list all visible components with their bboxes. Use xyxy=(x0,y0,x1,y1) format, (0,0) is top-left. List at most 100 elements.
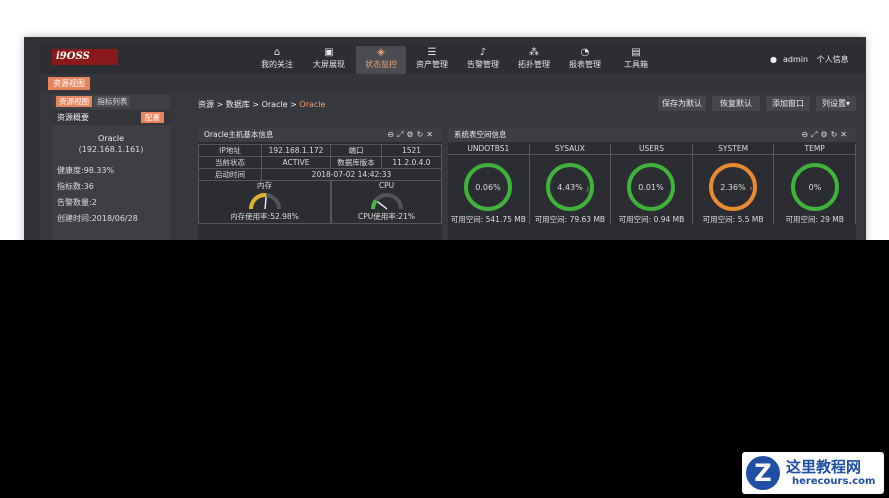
nav-label: 报表管理 xyxy=(569,60,601,69)
toolbox-icon: ▤ xyxy=(631,47,641,58)
layers-icon: ◈ xyxy=(377,47,385,58)
nav-label: 状态监控 xyxy=(365,60,397,69)
start-label: 启动时间 xyxy=(198,168,262,181)
tab-resource-view-sub[interactable]: 资源视图 xyxy=(56,96,92,107)
port-value: 1521 xyxy=(381,144,442,157)
cpu-gauge-fill xyxy=(370,199,378,210)
breadcrumb: 资源 > 数据库 > Oracle > Oracle xyxy=(198,99,325,110)
save-default-button[interactable]: 保存为默认 xyxy=(658,96,706,111)
tablespace-panel-title: 系统表空间信息 xyxy=(454,130,507,139)
config-button[interactable]: 配置 xyxy=(141,112,164,123)
tab-resource-view[interactable]: 资源视图 xyxy=(48,77,90,90)
table-row: IP地址 192.168.1.172 端口 1521 xyxy=(198,144,442,157)
cpu-label: CPU xyxy=(378,181,395,190)
user-name[interactable]: admin xyxy=(783,55,808,64)
tablespace-column: UNDOTBS1 0.06% 可用空间: 541.75 MB xyxy=(448,144,530,224)
resource-ip: (192.168.1.161) xyxy=(78,145,144,154)
tablespace-panel-header: 系统表空间信息 ⊖⤢⚙↻✕ xyxy=(448,128,856,142)
nav-label: 工具箱 xyxy=(624,60,648,69)
health-value: 健康度:98.33% xyxy=(57,166,115,175)
app-logo: i9OSS xyxy=(52,49,118,65)
chart-icon: ◔ xyxy=(580,47,590,58)
restore-default-button[interactable]: 恢复默认 xyxy=(712,96,760,111)
refresh-icon[interactable]: ↻ xyxy=(831,130,841,139)
usage-percent: 4.43% xyxy=(557,183,583,192)
start-value: 2018-07-02 14:42:33 xyxy=(261,168,442,181)
memory-gauge xyxy=(248,193,281,210)
expand-icon[interactable]: ⤢ xyxy=(397,130,406,139)
free-space: 可用空间: 0.94 MB xyxy=(618,215,685,224)
nav-report-management[interactable]: ◔ 报表管理 xyxy=(560,46,610,74)
watermark: Z 这里教程网 herecours.com xyxy=(742,452,884,494)
ip-value: 192.168.1.172 xyxy=(261,144,331,157)
gear-icon[interactable]: ⚙ xyxy=(820,130,830,139)
tablespace-column: SYSTEM 2.36% 可用空间: 5.5 MB xyxy=(692,144,775,224)
usage-ring: 2.36% xyxy=(709,163,758,211)
memory-gauge-needle xyxy=(263,196,267,210)
close-icon[interactable]: ✕ xyxy=(840,130,850,139)
tablespace-name: UNDOTBS1 xyxy=(448,144,529,155)
nav-asset-management[interactable]: ☰ 资产管理 xyxy=(407,46,457,74)
add-window-button[interactable]: 添加窗口 xyxy=(766,96,810,111)
tablespace-column: TEMP 0% 可用空间: 29 MB xyxy=(774,144,856,224)
usage-ring: 0.01% xyxy=(627,163,676,211)
memory-label: 内存 xyxy=(257,181,272,190)
expand-icon[interactable]: ⤢ xyxy=(811,130,820,139)
free-space: 可用空间: 5.5 MB xyxy=(702,215,764,224)
resource-sidebar: 资源视图 指标列表 资源概要 配置 Oracle (192.168.1.161)… xyxy=(52,94,170,240)
minimize-icon[interactable]: ⊖ xyxy=(801,130,811,139)
version-value: 11.2.0.4.0 xyxy=(381,156,442,169)
refresh-icon[interactable]: ↻ xyxy=(417,130,427,139)
watermark-logo: Z xyxy=(746,456,780,490)
nav-toolbox[interactable]: ▤ 工具箱 xyxy=(611,46,661,74)
status-value: ACTIVE xyxy=(261,156,331,169)
alert-count: 告警数量:2 xyxy=(57,198,97,207)
usage-ring: 0% xyxy=(790,163,839,211)
tab-metric-list[interactable]: 指标列表 xyxy=(94,96,131,107)
nav-status-monitor[interactable]: ◈ 状态监控 xyxy=(356,46,406,74)
cpu-gauge-needle xyxy=(376,201,387,210)
tablespace-column: USERS 0.01% 可用空间: 0.94 MB xyxy=(611,144,693,224)
nav-big-screen[interactable]: ▣ 大屏展现 xyxy=(304,46,354,74)
host-info-table: IP地址 192.168.1.172 端口 1521 当前状态 ACTIVE 数… xyxy=(198,144,442,181)
host-info-panel: Oracle主机基本信息 ⊖⤢⚙↻✕ IP地址 192.168.1.172 端口… xyxy=(198,128,442,240)
resource-name: Oracle xyxy=(97,134,125,143)
profile-link[interactable]: 个人信息 xyxy=(817,55,849,64)
status-label: 当前状态 xyxy=(198,156,262,169)
column-settings-button[interactable]: 列设置▾ xyxy=(816,96,856,111)
nav-label: 我的关注 xyxy=(261,60,293,69)
resource-overview-header: 资源概要 配置 xyxy=(52,110,170,125)
nav-alarm-management[interactable]: ♪ 告警管理 xyxy=(458,46,508,74)
cpu-gauge-cell: CPU CPU使用率:21% xyxy=(331,180,442,224)
nav-my-focus[interactable]: ⌂ 我的关注 xyxy=(252,46,302,74)
breadcrumb-path[interactable]: 资源 > 数据库 > Oracle > xyxy=(198,100,299,109)
panel-controls[interactable]: ⊖⤢⚙↻✕ xyxy=(801,128,850,142)
cpu-usage: CPU使用率:21% xyxy=(358,212,415,221)
tab-bar: 资源视图 xyxy=(40,74,865,94)
bell-icon: ♪ xyxy=(479,47,487,58)
home-icon: ⌂ xyxy=(273,47,281,58)
usage-ring: 0.06% xyxy=(464,163,513,211)
close-icon[interactable]: ✕ xyxy=(426,130,436,139)
free-space: 可用空间: 541.75 MB xyxy=(450,215,526,224)
ip-label: IP地址 xyxy=(198,144,262,157)
free-space: 可用空间: 79.63 MB xyxy=(534,215,606,224)
list-icon: ☰ xyxy=(427,47,437,58)
nav-topology-management[interactable]: ⁂ 拓扑管理 xyxy=(509,46,559,74)
resource-overview-title: 资源概要 xyxy=(57,113,89,122)
usage-percent: 0.01% xyxy=(639,183,665,192)
minimize-icon[interactable]: ⊖ xyxy=(387,130,397,139)
gear-icon[interactable]: ⚙ xyxy=(406,130,416,139)
usage-percent: 0.06% xyxy=(476,183,502,192)
sidebar-tabs: 资源视图 指标列表 xyxy=(56,96,131,107)
usage-percent: 2.36% xyxy=(720,183,746,192)
version-label: 数据库版本 xyxy=(330,156,382,169)
panel-controls[interactable]: ⊖⤢⚙↻✕ xyxy=(387,128,436,142)
tablespace-name: USERS xyxy=(611,144,692,155)
app-window: i9OSS ⌂ 我的关注 ▣ 大屏展现 ◈ 状态监控 ☰ 资产管理 ♪ 告警管理… xyxy=(40,44,865,240)
topology-icon: ⁂ xyxy=(529,47,539,58)
user-area: ● admin 个人信息 xyxy=(770,54,855,65)
breadcrumb-current: Oracle xyxy=(299,100,326,109)
cpu-gauge xyxy=(370,193,403,210)
table-row: 当前状态 ACTIVE 数据库版本 11.2.0.4.0 xyxy=(198,156,442,169)
